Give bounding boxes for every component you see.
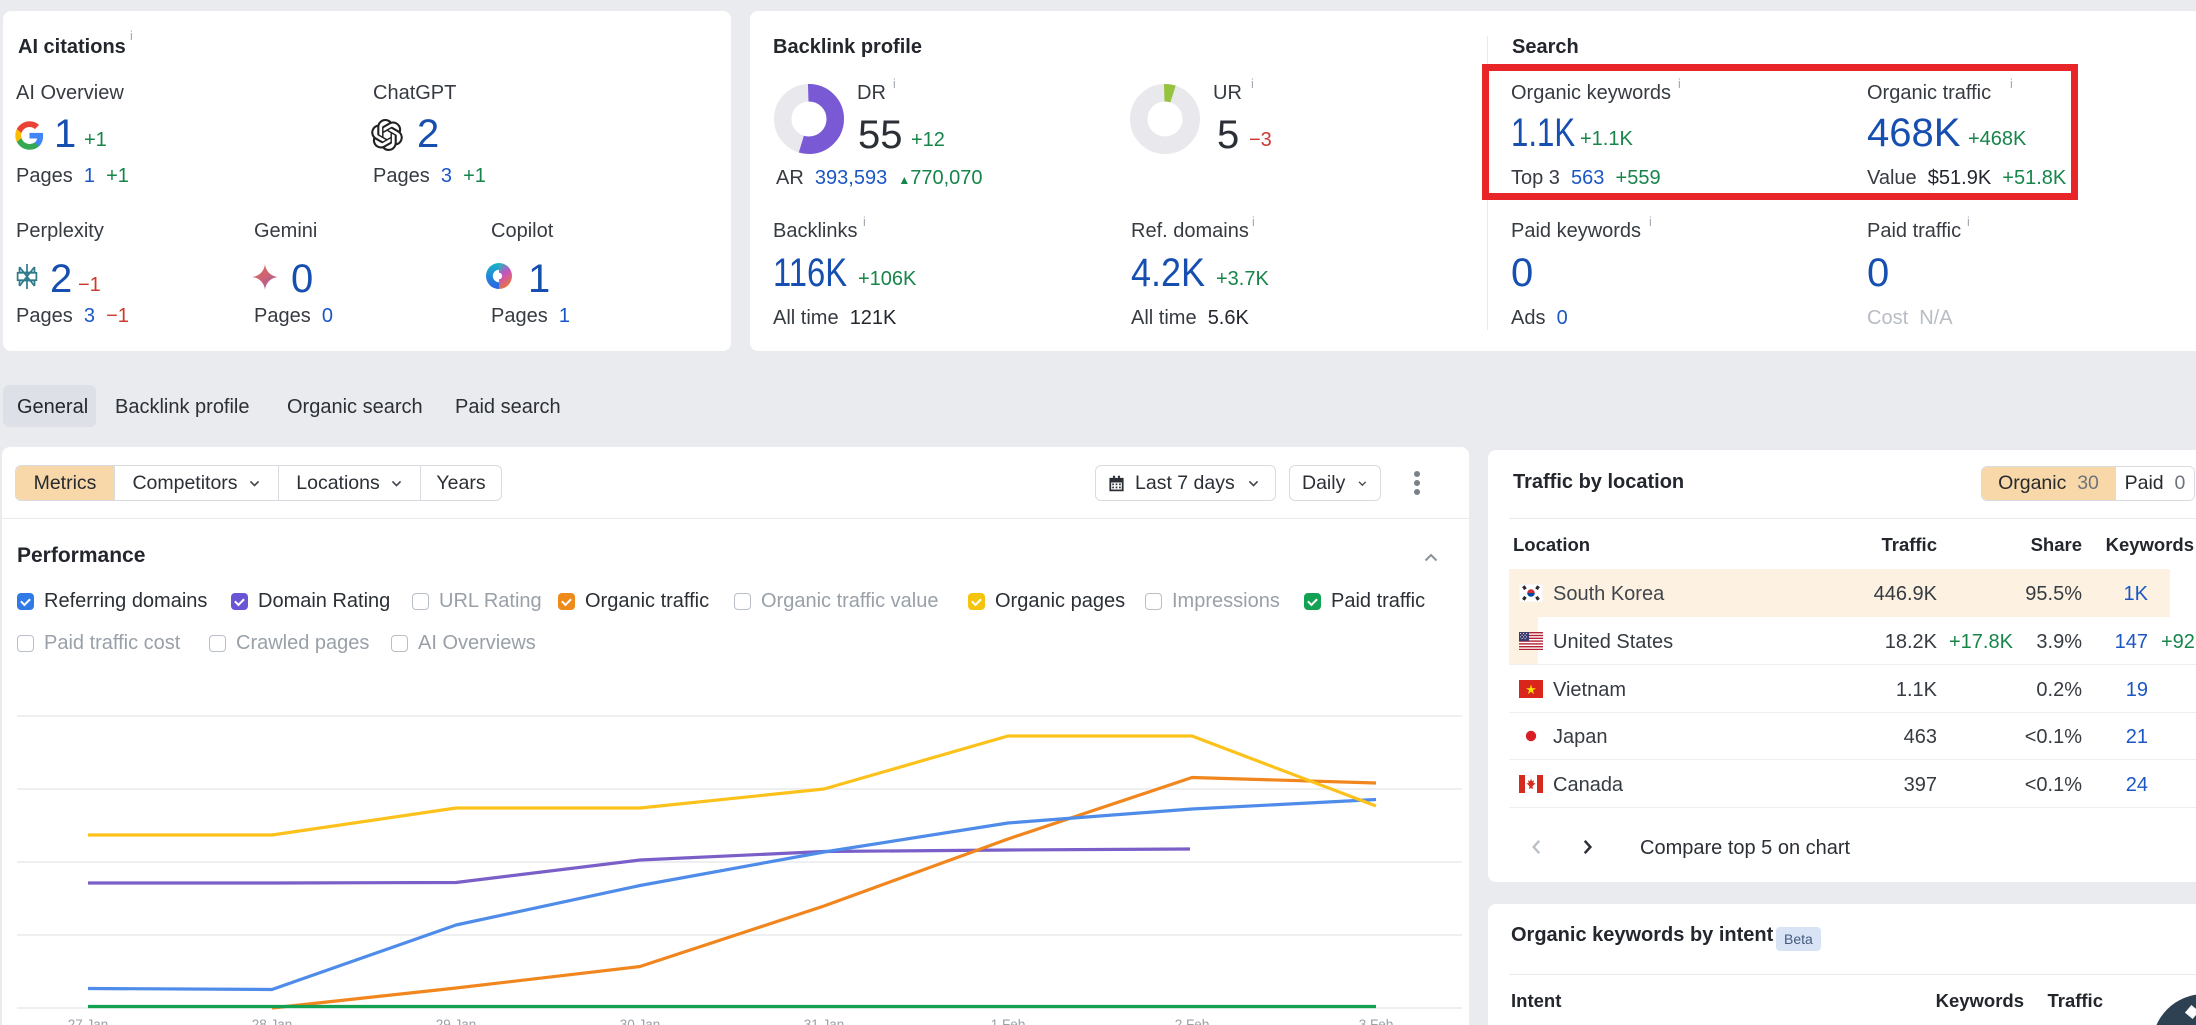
svg-text:28 Jan: 28 Jan (252, 1017, 293, 1025)
svg-text:1 Feb: 1 Feb (991, 1017, 1026, 1025)
svg-text:3 Feb: 3 Feb (1359, 1017, 1394, 1025)
svg-text:2 Feb: 2 Feb (1175, 1017, 1210, 1025)
svg-text:30 Jan: 30 Jan (620, 1017, 661, 1025)
svg-text:27 Jan: 27 Jan (68, 1017, 109, 1025)
svg-text:29 Jan: 29 Jan (436, 1017, 477, 1025)
svg-text:31 Jan: 31 Jan (804, 1017, 845, 1025)
